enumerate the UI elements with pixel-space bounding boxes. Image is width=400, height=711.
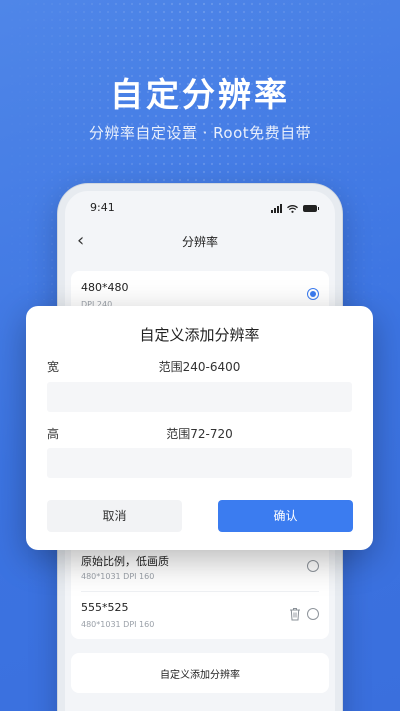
resolution-detail: 480*1031 DPI 160 [81, 572, 155, 581]
status-icons [271, 204, 319, 213]
status-time: 9:41 [90, 201, 115, 214]
trash-icon[interactable] [289, 607, 301, 621]
width-input[interactable] [47, 382, 352, 412]
add-custom-card[interactable]: 自定义添加分辨率 [71, 653, 329, 693]
width-range-hint: 范围240-6400 [158, 360, 241, 374]
resolution-card: 原始比例，低画质 480*1031 DPI 160 555*525 480*10… [71, 543, 329, 639]
promo-subline: 分辨率自定设置 · Root免费自带 [88, 124, 312, 142]
battery-icon [303, 205, 319, 212]
resolution-name: 原始比例，低画质 [81, 555, 169, 568]
height-input[interactable] [47, 448, 352, 478]
resolution-name: 555*525 [81, 601, 129, 614]
height-range-hint: 范围72-720 [166, 427, 233, 441]
confirm-button[interactable]: 确认 [218, 500, 353, 532]
signal-icon [271, 204, 282, 213]
wifi-icon [287, 204, 298, 213]
status-bar: 9:41 [65, 201, 335, 221]
cancel-button[interactable]: 取消 [47, 500, 182, 532]
custom-resolution-dialog: 自定义添加分辨率 宽 范围240-6400 高 范围72-720 取消 确认 [26, 306, 373, 550]
radio-unselected[interactable] [307, 608, 319, 620]
dialog-title: 自定义添加分辨率 [139, 326, 260, 344]
page-title: 分辨率 [181, 235, 218, 249]
add-custom-resolution-button[interactable]: 自定义添加分辨率 [71, 666, 329, 681]
promo-headline: 自定分辨率 [110, 75, 290, 114]
radio-selected[interactable] [307, 288, 319, 300]
resolution-name: 480*480 [81, 281, 129, 294]
radio-unselected[interactable] [307, 560, 319, 572]
resolution-detail: 480*1031 DPI 160 [81, 620, 155, 629]
resolution-item-original[interactable]: 原始比例，低画质 480*1031 DPI 160 [71, 543, 329, 591]
resolution-item-555x525[interactable]: 555*525 480*1031 DPI 160 [71, 591, 329, 639]
nav-bar: ‹ 分辨率 [65, 229, 335, 257]
